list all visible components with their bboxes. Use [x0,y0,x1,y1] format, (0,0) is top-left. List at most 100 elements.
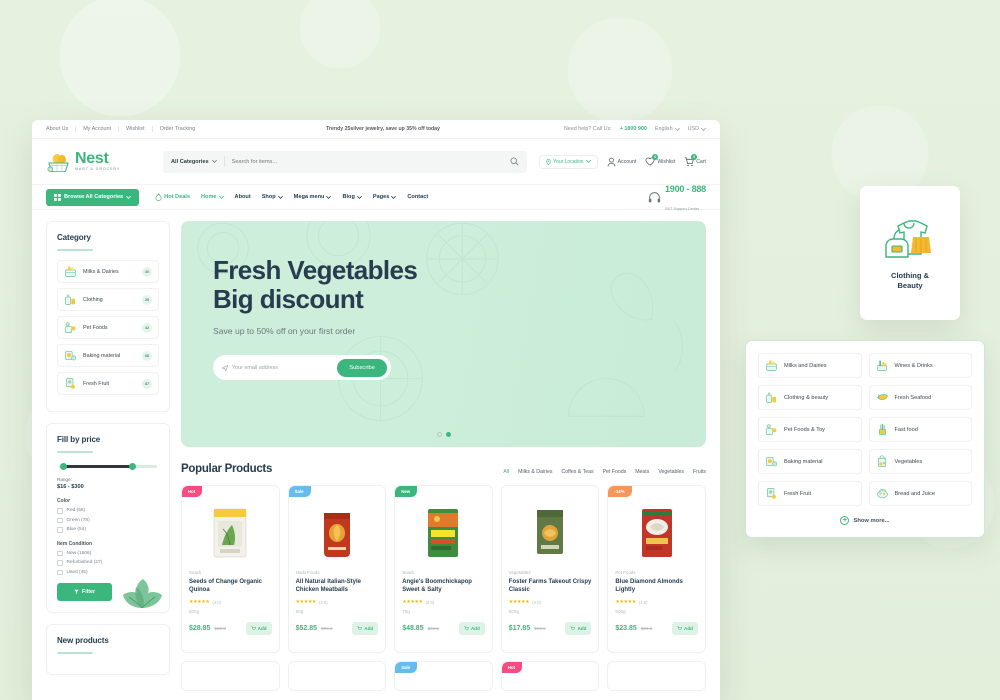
add-to-cart-button[interactable]: Add [565,622,592,635]
dropdown-item-vegetables[interactable]: Vegetables [868,449,972,474]
filter-button[interactable]: Filter [57,583,112,601]
category-item-clothing[interactable]: Clothing 25 [57,288,159,311]
product-price-row: $48.85 $52.8 Add [402,622,485,635]
condition-checkbox-refurbished[interactable]: Refurbished (27) [57,560,159,566]
product-card[interactable]: Vegetables Foster Farms Takeout Crispy C… [500,485,600,653]
brand-logo[interactable]: Nest MART & GROCERY [46,151,151,172]
newsletter-form[interactable]: Your email address Subscribe [213,355,391,381]
show-more-button[interactable]: + Show more... [758,516,972,525]
add-to-cart-button[interactable]: Add [458,622,485,635]
dropdown-item-fresh-seafood[interactable]: Fresh Seafood [868,385,972,410]
checkbox-box[interactable] [57,569,63,575]
browse-all-categories-button[interactable]: Browse All Categories [46,188,140,206]
product-grid: Hot Snack Seeds of Change Organic Quinoa [181,485,706,653]
support-text-group: 1900 - 888 24/7 Support Center [665,179,706,215]
top-phone-number[interactable]: + 1800 900 [620,126,647,132]
nav-item-blog[interactable]: Blog [342,194,362,200]
product-rating: ★★★★★ (4.0) [402,599,485,605]
product-card[interactable]: Hot Snack Seeds of Change Organic Quinoa [181,485,280,653]
product-card[interactable] [181,661,280,691]
search-input[interactable] [231,158,504,165]
category-item-fresh-fruit[interactable]: Fresh Fruit 87 [57,372,159,395]
nav-item-contact[interactable]: Contact [407,194,428,200]
dropdown-item-wines-and-drinks[interactable]: Wines & Drinks [868,353,972,378]
subscribe-button[interactable]: Subscribe [337,358,387,377]
wishlist-button[interactable]: 0 Wishlist [645,154,675,166]
dropdown-item-baking-material[interactable]: Baking material [758,449,862,474]
product-name[interactable]: Seeds of Change Organic Quinoa [189,578,272,595]
checkbox-box[interactable] [57,527,63,533]
add-to-cart-button[interactable]: Add [352,622,379,635]
nav-label: About [234,194,251,200]
product-name[interactable]: Blue Diamond Almonds Lightly [615,578,698,595]
product-name[interactable]: Foster Farms Takeout Crispy Classic [509,578,592,595]
nav-item-hot-deals[interactable]: Hot Deals [155,193,190,201]
account-button[interactable]: Account [607,157,636,167]
nav-item-home[interactable]: Home [201,194,224,200]
category-item-milks-dairies[interactable]: Milks & Dairies 30 [57,260,159,283]
color-checkbox-blue[interactable]: Blue (54) [57,527,159,533]
condition-checkbox-new[interactable]: New (1506) [57,550,159,556]
slider-knob-min[interactable] [59,463,67,470]
tab-pet-foods[interactable]: Pet Foods [603,469,627,475]
add-to-cart-button[interactable]: Add [245,622,272,635]
product-old-price: $32.8 [214,626,226,631]
checkbox-box[interactable] [57,517,63,523]
top-link-my-account[interactable]: My Account [76,126,120,132]
cart-button[interactable]: 0 Cart [684,153,706,167]
location-selector[interactable]: Your Location [539,154,598,169]
slider-knob-max[interactable] [128,463,136,470]
checkbox-box[interactable] [57,550,63,556]
slider-track[interactable] [59,463,157,470]
checkbox-box[interactable] [57,560,63,566]
product-weight: 60g [295,609,304,614]
language-selector[interactable]: English [655,126,680,132]
product-card[interactable] [287,661,387,691]
tab-all[interactable]: All [503,469,509,475]
search-bar[interactable]: All Categories [163,150,528,173]
category-item-baking-material[interactable]: Baking material 68 [57,344,159,367]
checkbox-box[interactable] [57,508,63,514]
dropdown-item-fast-food[interactable]: Fast food [868,417,972,442]
tab-coffes-teas[interactable]: Coffes & Teas [561,469,593,475]
nav-item-pages[interactable]: Pages [373,194,397,200]
clothing-beauty-card[interactable]: Clothing & Beauty [860,186,960,320]
support-phone[interactable]: 1900 - 888 [665,184,706,194]
tab-fruits[interactable]: Fruits [693,469,706,475]
color-checkbox-green[interactable]: Green (78) [57,517,159,523]
currency-label: USD [687,126,699,132]
nav-item-mega-menu[interactable]: Mega menu [294,194,332,200]
dropdown-item-fresh-fruit[interactable]: Fresh Fruit [758,481,862,506]
product-card[interactable] [607,661,706,691]
carousel-dot-2[interactable] [445,432,451,437]
dropdown-item-clothing-and-beauty[interactable]: Clothing & beauty [758,385,862,410]
dropdown-item-pet-foods-and-toy[interactable]: Pet Foods & Toy [758,417,862,442]
top-link-about-us[interactable]: About Us [46,126,77,132]
product-card[interactable]: New Snack Angie's Boomchickapop Sweet & … [394,485,493,653]
product-card[interactable]: Sale Hodo Foods All Natural Italian-Styl… [287,485,387,653]
category-count: 87 [142,378,152,389]
dropdown-item-milks-and-dairies[interactable]: Milks and Dairies [758,353,862,378]
search-category-dropdown[interactable]: All Categories [171,159,217,165]
top-link-wishlist[interactable]: Wishlist [119,126,153,132]
nav-item-shop[interactable]: Shop [262,194,283,200]
top-link-order-tracking[interactable]: Order Tracking [153,126,203,132]
dropdown-item-bread-and-juice[interactable]: Bread and Juice [868,481,972,506]
product-card[interactable]: Sale [394,661,493,691]
category-item-pet-foods[interactable]: Pet Foods 42 [57,316,159,339]
tab-vegetables[interactable]: Vegetables [658,469,684,475]
nav-item-about[interactable]: About [235,194,251,200]
email-field[interactable]: Your email address [222,364,332,371]
carousel-dot-1[interactable] [436,432,442,437]
currency-selector[interactable]: USD [688,126,706,132]
add-to-cart-button[interactable]: Add [672,622,698,635]
product-card[interactable]: Hot [500,661,600,691]
tab-milks-dairies[interactable]: Milks & Dairies [518,469,552,475]
price-range-slider[interactable] [57,462,159,470]
product-card[interactable]: -14% Pet Foods Blue Diamond Almonds Ligh… [607,485,706,653]
product-name[interactable]: Angie's Boomchickapop Sweet & Salty [402,578,485,595]
color-checkbox-red[interactable]: Red (56) [57,508,159,514]
tab-meats[interactable]: Meats [635,469,649,475]
search-icon[interactable] [510,157,519,166]
product-name[interactable]: All Natural Italian-Style Chicken Meatba… [296,578,379,595]
